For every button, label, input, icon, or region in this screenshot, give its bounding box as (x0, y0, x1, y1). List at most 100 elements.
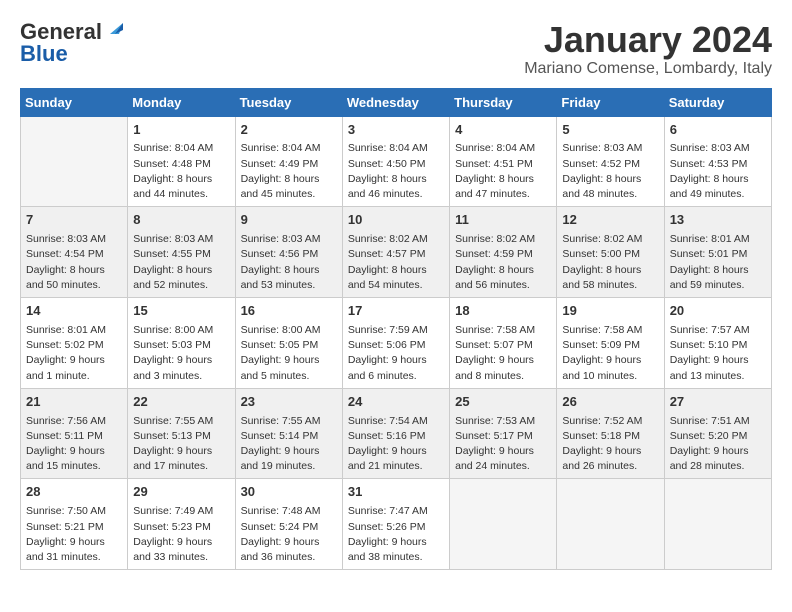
calendar-day-cell: 4Sunrise: 8:04 AMSunset: 4:51 PMDaylight… (450, 116, 557, 207)
day-number: 14 (26, 302, 122, 321)
day-number: 27 (670, 393, 766, 412)
day-header-monday: Monday (128, 88, 235, 116)
calendar-day-cell: 7 Sunrise: 8:03 AMSunset: 4:54 PMDaylight… (21, 207, 128, 298)
calendar-day-cell: 23 Sunrise: 7:55 AMSunset: 5:14 PMDayligh… (235, 388, 342, 479)
day-number: 6 (670, 121, 766, 140)
calendar-day-cell (21, 116, 128, 207)
day-info: Sunrise: 8:03 AMSunset: 4:55 PMDaylight:… (133, 232, 229, 293)
calendar-day-cell: 31Sunrise: 7:47 AMSunset: 5:26 PMDayligh… (342, 479, 449, 570)
calendar-day-cell: 13 Sunrise: 8:01 AMSunset: 5:01 PMDayligh… (664, 207, 771, 298)
calendar-day-cell: 27 Sunrise: 7:51 AMSunset: 5:20 PMDayligh… (664, 388, 771, 479)
day-header-saturday: Saturday (664, 88, 771, 116)
day-number: 15 (133, 302, 229, 321)
day-info: Sunrise: 7:49 AMSunset: 5:23 PMDaylight:… (133, 504, 229, 565)
day-info: Sunrise: 7:55 AMSunset: 5:14 PMDaylight:… (241, 414, 337, 475)
day-info: Sunrise: 7:50 AMSunset: 5:21 PMDaylight:… (26, 504, 122, 565)
day-info: Sunrise: 7:58 AMSunset: 5:07 PMDaylight:… (455, 323, 551, 384)
day-info: Sunrise: 7:48 AMSunset: 5:24 PMDaylight:… (241, 504, 337, 565)
calendar-day-cell: 12Sunrise: 8:02 AMSunset: 5:00 PMDayligh… (557, 207, 664, 298)
day-number: 13 (670, 211, 766, 230)
day-number: 3 (348, 121, 444, 140)
day-info: Sunrise: 8:04 AMSunset: 4:51 PMDaylight:… (455, 141, 551, 202)
day-number: 29 (133, 483, 229, 502)
month-title: January 2024 (524, 20, 772, 60)
title-section: January 2024 Mariano Comense, Lombardy, … (524, 20, 772, 78)
day-info: Sunrise: 7:57 AMSunset: 5:10 PMDaylight:… (670, 323, 766, 384)
logo-bird-icon (105, 20, 123, 38)
day-number: 1 (133, 121, 229, 140)
day-info: Sunrise: 8:04 AMSunset: 4:50 PMDaylight:… (348, 141, 444, 202)
day-info: Sunrise: 8:00 AMSunset: 5:05 PMDaylight:… (241, 323, 337, 384)
day-info: Sunrise: 8:03 AMSunset: 4:53 PMDaylight:… (670, 141, 766, 202)
logo: General Blue (20, 20, 123, 65)
calendar-day-cell (557, 479, 664, 570)
calendar-week-row: 28 Sunrise: 7:50 AMSunset: 5:21 PMDayligh… (21, 479, 772, 570)
logo-general: General (20, 21, 102, 43)
calendar-day-cell: 20Sunrise: 7:57 AMSunset: 5:10 PMDayligh… (664, 298, 771, 389)
day-info: Sunrise: 8:04 AMSunset: 4:49 PMDaylight:… (241, 141, 337, 202)
day-info: Sunrise: 8:00 AMSunset: 5:03 PMDaylight:… (133, 323, 229, 384)
day-number: 16 (241, 302, 337, 321)
day-number: 17 (348, 302, 444, 321)
calendar-day-cell: 14 Sunrise: 8:01 AMSunset: 5:02 PMDayligh… (21, 298, 128, 389)
calendar-week-row: 7 Sunrise: 8:03 AMSunset: 4:54 PMDaylight… (21, 207, 772, 298)
day-info: Sunrise: 8:02 AMSunset: 4:57 PMDaylight:… (348, 232, 444, 293)
calendar-day-cell: 3Sunrise: 8:04 AMSunset: 4:50 PMDaylight… (342, 116, 449, 207)
day-info: Sunrise: 8:03 AMSunset: 4:56 PMDaylight:… (241, 232, 337, 293)
day-number: 11 (455, 211, 551, 230)
day-number: 24 (348, 393, 444, 412)
day-header-thursday: Thursday (450, 88, 557, 116)
day-info: Sunrise: 7:59 AMSunset: 5:06 PMDaylight:… (348, 323, 444, 384)
calendar-day-cell: 22Sunrise: 7:55 AMSunset: 5:13 PMDayligh… (128, 388, 235, 479)
day-info: Sunrise: 7:52 AMSunset: 5:18 PMDaylight:… (562, 414, 658, 475)
day-header-tuesday: Tuesday (235, 88, 342, 116)
day-number: 5 (562, 121, 658, 140)
day-number: 12 (562, 211, 658, 230)
day-info: Sunrise: 8:03 AMSunset: 4:54 PMDaylight:… (26, 232, 122, 293)
day-number: 2 (241, 121, 337, 140)
day-number: 7 (26, 211, 122, 230)
day-info: Sunrise: 8:03 AMSunset: 4:52 PMDaylight:… (562, 141, 658, 202)
day-number: 19 (562, 302, 658, 321)
day-number: 23 (241, 393, 337, 412)
day-info: Sunrise: 7:51 AMSunset: 5:20 PMDaylight:… (670, 414, 766, 475)
calendar-day-cell: 26Sunrise: 7:52 AMSunset: 5:18 PMDayligh… (557, 388, 664, 479)
calendar-day-cell: 19 Sunrise: 7:58 AMSunset: 5:09 PMDayligh… (557, 298, 664, 389)
location-title: Mariano Comense, Lombardy, Italy (524, 60, 772, 78)
calendar-day-cell: 11 Sunrise: 8:02 AMSunset: 4:59 PMDayligh… (450, 207, 557, 298)
calendar-day-cell: 25Sunrise: 7:53 AMSunset: 5:17 PMDayligh… (450, 388, 557, 479)
calendar-day-cell: 8Sunrise: 8:03 AMSunset: 4:55 PMDaylight… (128, 207, 235, 298)
calendar-day-cell: 6Sunrise: 8:03 AMSunset: 4:53 PMDaylight… (664, 116, 771, 207)
day-header-friday: Friday (557, 88, 664, 116)
day-header-wednesday: Wednesday (342, 88, 449, 116)
day-number: 28 (26, 483, 122, 502)
day-info: Sunrise: 7:56 AMSunset: 5:11 PMDaylight:… (26, 414, 122, 475)
day-info: Sunrise: 8:01 AMSunset: 5:02 PMDaylight:… (26, 323, 122, 384)
calendar-day-cell: 16 Sunrise: 8:00 AMSunset: 5:05 PMDayligh… (235, 298, 342, 389)
calendar-day-cell (450, 479, 557, 570)
calendar-day-cell: 29 Sunrise: 7:49 AMSunset: 5:23 PMDayligh… (128, 479, 235, 570)
calendar-day-cell: 2Sunrise: 8:04 AMSunset: 4:49 PMDaylight… (235, 116, 342, 207)
calendar-week-row: 1Sunrise: 8:04 AMSunset: 4:48 PMDaylight… (21, 116, 772, 207)
calendar-day-cell: 9 Sunrise: 8:03 AMSunset: 4:56 PMDaylight… (235, 207, 342, 298)
day-number: 22 (133, 393, 229, 412)
logo-blue: Blue (20, 43, 68, 65)
day-number: 9 (241, 211, 337, 230)
day-header-sunday: Sunday (21, 88, 128, 116)
calendar-header-row: SundayMondayTuesdayWednesdayThursdayFrid… (21, 88, 772, 116)
calendar-day-cell: 24Sunrise: 7:54 AMSunset: 5:16 PMDayligh… (342, 388, 449, 479)
calendar-day-cell (664, 479, 771, 570)
day-info: Sunrise: 8:01 AMSunset: 5:01 PMDaylight:… (670, 232, 766, 293)
calendar-day-cell: 17 Sunrise: 7:59 AMSunset: 5:06 PMDayligh… (342, 298, 449, 389)
calendar-day-cell: 21 Sunrise: 7:56 AMSunset: 5:11 PMDayligh… (21, 388, 128, 479)
page-header: General Blue January 2024 Mariano Comens… (20, 20, 772, 78)
calendar-day-cell: 10 Sunrise: 8:02 AMSunset: 4:57 PMDayligh… (342, 207, 449, 298)
day-number: 10 (348, 211, 444, 230)
calendar-day-cell: 28 Sunrise: 7:50 AMSunset: 5:21 PMDayligh… (21, 479, 128, 570)
day-info: Sunrise: 8:02 AMSunset: 4:59 PMDaylight:… (455, 232, 551, 293)
calendar-week-row: 14 Sunrise: 8:01 AMSunset: 5:02 PMDayligh… (21, 298, 772, 389)
day-number: 18 (455, 302, 551, 321)
day-info: Sunrise: 7:58 AMSunset: 5:09 PMDaylight:… (562, 323, 658, 384)
day-number: 21 (26, 393, 122, 412)
day-number: 30 (241, 483, 337, 502)
